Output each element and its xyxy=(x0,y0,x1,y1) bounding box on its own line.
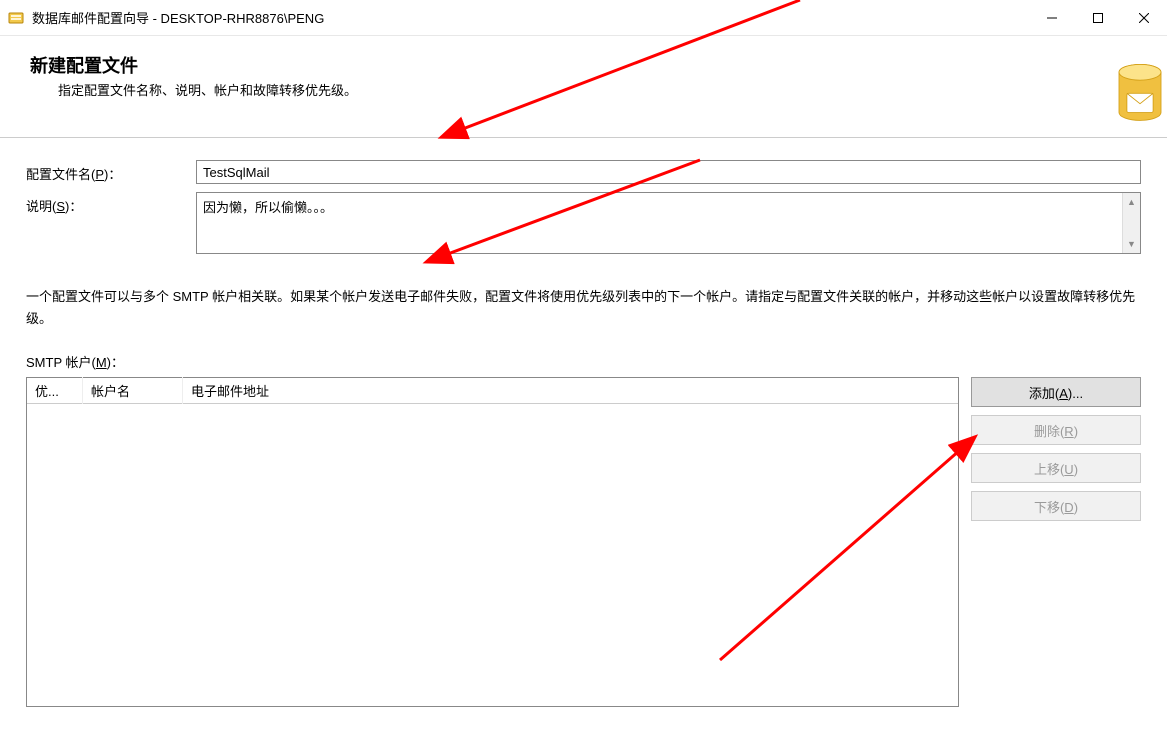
smtp-accounts-table[interactable]: 优... 帐户名 电子邮件地址 xyxy=(26,377,959,707)
description-textarea-wrap: ▲ ▼ xyxy=(196,192,1141,254)
database-mail-icon xyxy=(1113,60,1167,130)
description-input[interactable] xyxy=(197,193,1122,253)
move-up-button: 上移(U) xyxy=(971,453,1141,483)
smtp-accounts-label: SMTP 帐户(M)： xyxy=(26,352,1141,371)
column-priority[interactable]: 优... xyxy=(27,377,83,404)
page-subtitle: 指定配置文件名称、说明、帐户和故障转移优先级。 xyxy=(58,80,1137,99)
window-controls xyxy=(1029,0,1167,35)
profile-name-label: 配置文件名(P)： xyxy=(26,160,196,183)
add-button[interactable]: 添加(A)... xyxy=(971,377,1141,407)
form-area: 配置文件名(P)： 说明(S)： ▲ ▼ 一个配置文件可以与多个 SMTP 帐户… xyxy=(0,138,1167,717)
column-account-name[interactable]: 帐户名 xyxy=(83,377,183,404)
window-title: 数据库邮件配置向导 - DESKTOP-RHR8876\PENG xyxy=(32,8,1029,27)
title-bar: 数据库邮件配置向导 - DESKTOP-RHR8876\PENG xyxy=(0,0,1167,36)
page-title: 新建配置文件 xyxy=(30,52,1137,78)
move-down-button: 下移(D) xyxy=(971,491,1141,521)
wizard-header: 新建配置文件 指定配置文件名称、说明、帐户和故障转移优先级。 xyxy=(0,36,1167,138)
profile-name-row: 配置文件名(P)： xyxy=(26,160,1141,184)
textarea-scrollbar: ▲ ▼ xyxy=(1122,193,1140,253)
smtp-buttons: 添加(A)... 删除(R) 上移(U) 下移(D) xyxy=(971,377,1141,707)
close-button[interactable] xyxy=(1121,0,1167,35)
maximize-button[interactable] xyxy=(1075,0,1121,35)
minimize-button[interactable] xyxy=(1029,0,1075,35)
table-header: 优... 帐户名 电子邮件地址 xyxy=(27,378,958,404)
scroll-up-icon[interactable]: ▲ xyxy=(1123,193,1140,211)
description-label: 说明(S)： xyxy=(26,192,196,215)
description-row: 说明(S)： ▲ ▼ xyxy=(26,192,1141,254)
app-icon xyxy=(8,10,24,26)
smtp-area: 优... 帐户名 电子邮件地址 添加(A)... 删除(R) 上移(U) 下移(… xyxy=(26,377,1141,707)
info-text: 一个配置文件可以与多个 SMTP 帐户相关联。如果某个帐户发送电子邮件失败，配置… xyxy=(26,286,1141,330)
scroll-down-icon[interactable]: ▼ xyxy=(1123,235,1140,253)
profile-name-input[interactable] xyxy=(196,160,1141,184)
remove-button: 删除(R) xyxy=(971,415,1141,445)
column-email[interactable]: 电子邮件地址 xyxy=(183,377,958,404)
